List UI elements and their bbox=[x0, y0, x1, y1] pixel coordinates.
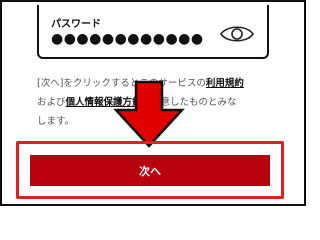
terms-of-service-link[interactable]: 利用規約 bbox=[206, 78, 244, 89]
eye-icon[interactable] bbox=[219, 23, 255, 45]
down-arrow-icon bbox=[113, 80, 185, 148]
password-field[interactable]: パスワード ●●●●●●●●●●●● bbox=[37, 5, 269, 59]
next-button-highlight: 次へ bbox=[16, 141, 284, 199]
terms-line3: します。 bbox=[37, 116, 75, 127]
password-input[interactable]: ●●●●●●●●●●●● bbox=[51, 31, 204, 47]
terms-line2-prefix: および bbox=[37, 97, 66, 108]
password-label: パスワード bbox=[51, 19, 101, 30]
next-button[interactable]: 次へ bbox=[30, 155, 270, 186]
